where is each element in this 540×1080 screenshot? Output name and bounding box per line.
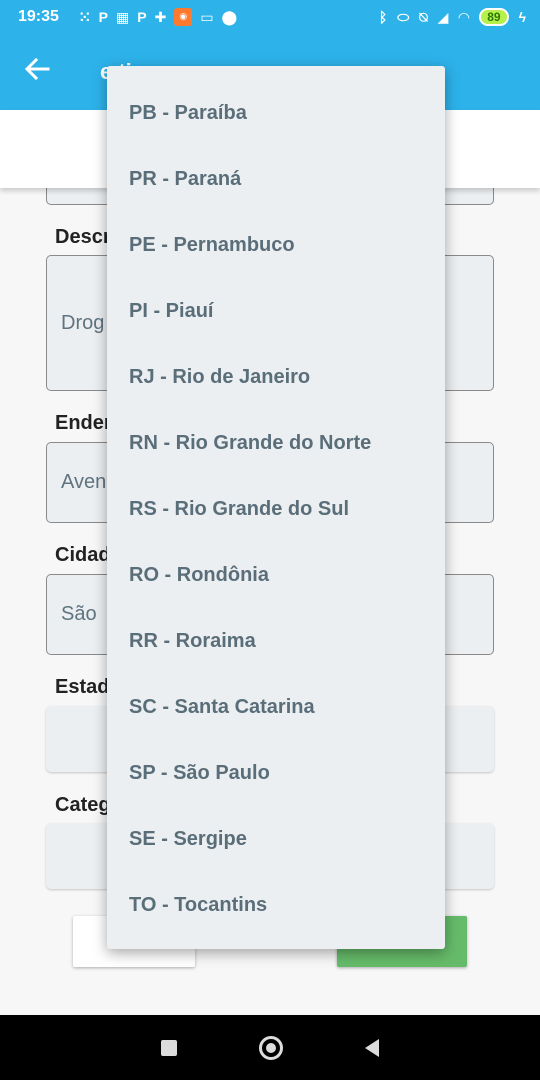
category-label: Categ: [55, 794, 111, 816]
mute-icon: ⍉: [419, 8, 428, 25]
dropdown-item-pr[interactable]: PR - Paraná: [107, 146, 445, 212]
toggle-icon: ⬭: [397, 8, 410, 25]
dropdown-item-rj[interactable]: RJ - Rio de Janeiro: [107, 344, 445, 410]
status-time: 19:35: [18, 7, 59, 25]
wifi-icon: ◠: [458, 8, 470, 25]
recent-apps-icon[interactable]: [161, 1039, 177, 1056]
city-value: São: [61, 603, 97, 625]
dropdown-item-to[interactable]: TO - Tocantins: [107, 872, 445, 938]
p-app-icon-2: P: [137, 8, 147, 25]
address-value: Aven: [61, 471, 107, 493]
state-dropdown-menu: PB - Paraíba PR - Paraná PE - Pernambuco…: [107, 66, 445, 949]
dropdown-item-rr[interactable]: RR - Roraima: [107, 608, 445, 674]
dropdown-item-sp[interactable]: SP - São Paulo: [107, 740, 445, 806]
system-nav-bar: [0, 1015, 540, 1080]
dropdown-item-sc[interactable]: SC - Santa Catarina: [107, 674, 445, 740]
status-bar: 19:35 ⁙ P ▦ P ✚ ◉ ▭ ⬤ ᛒ ⬭ ⍉ ◢ ◠ 89 ϟ: [0, 0, 540, 33]
dropdown-item-ro[interactable]: RO - Rondônia: [107, 542, 445, 608]
laptop-icon: ▭: [200, 8, 214, 25]
address-label: Ender: [55, 412, 112, 434]
dropdown-item-rn[interactable]: RN - Rio Grande do Norte: [107, 410, 445, 476]
dropdown-item-pi[interactable]: PI - Piauí: [107, 278, 445, 344]
cell-signal-icon: ◢: [437, 8, 449, 25]
app-badge-icon: ◉: [174, 7, 193, 26]
grid-app-icon: ▦: [116, 8, 130, 25]
description-value: Drog: [61, 311, 105, 334]
location-icon: ⬤: [221, 8, 238, 25]
bluetooth-icon: ᛒ: [378, 8, 388, 25]
signal-dots-icon: ⁙: [78, 8, 91, 25]
back-icon[interactable]: [365, 1038, 379, 1057]
dropdown-item-pe[interactable]: PE - Pernambuco: [107, 212, 445, 278]
dropdown-item-pb[interactable]: PB - Paraíba: [107, 80, 445, 146]
city-label: Cidad: [55, 544, 111, 566]
back-arrow-icon[interactable]: [24, 57, 54, 87]
dropdown-item-rs[interactable]: RS - Rio Grande do Sul: [107, 476, 445, 542]
dropdown-item-se[interactable]: SE - Sergipe: [107, 806, 445, 872]
description-label: Descr: [55, 226, 111, 248]
state-label: Estad: [55, 676, 110, 698]
p-app-icon: P: [98, 8, 108, 25]
home-icon[interactable]: [259, 1035, 283, 1060]
charging-icon: ϟ: [518, 8, 526, 25]
battery-icon: 89: [479, 7, 509, 26]
puzzle-icon: ✚: [154, 8, 167, 25]
